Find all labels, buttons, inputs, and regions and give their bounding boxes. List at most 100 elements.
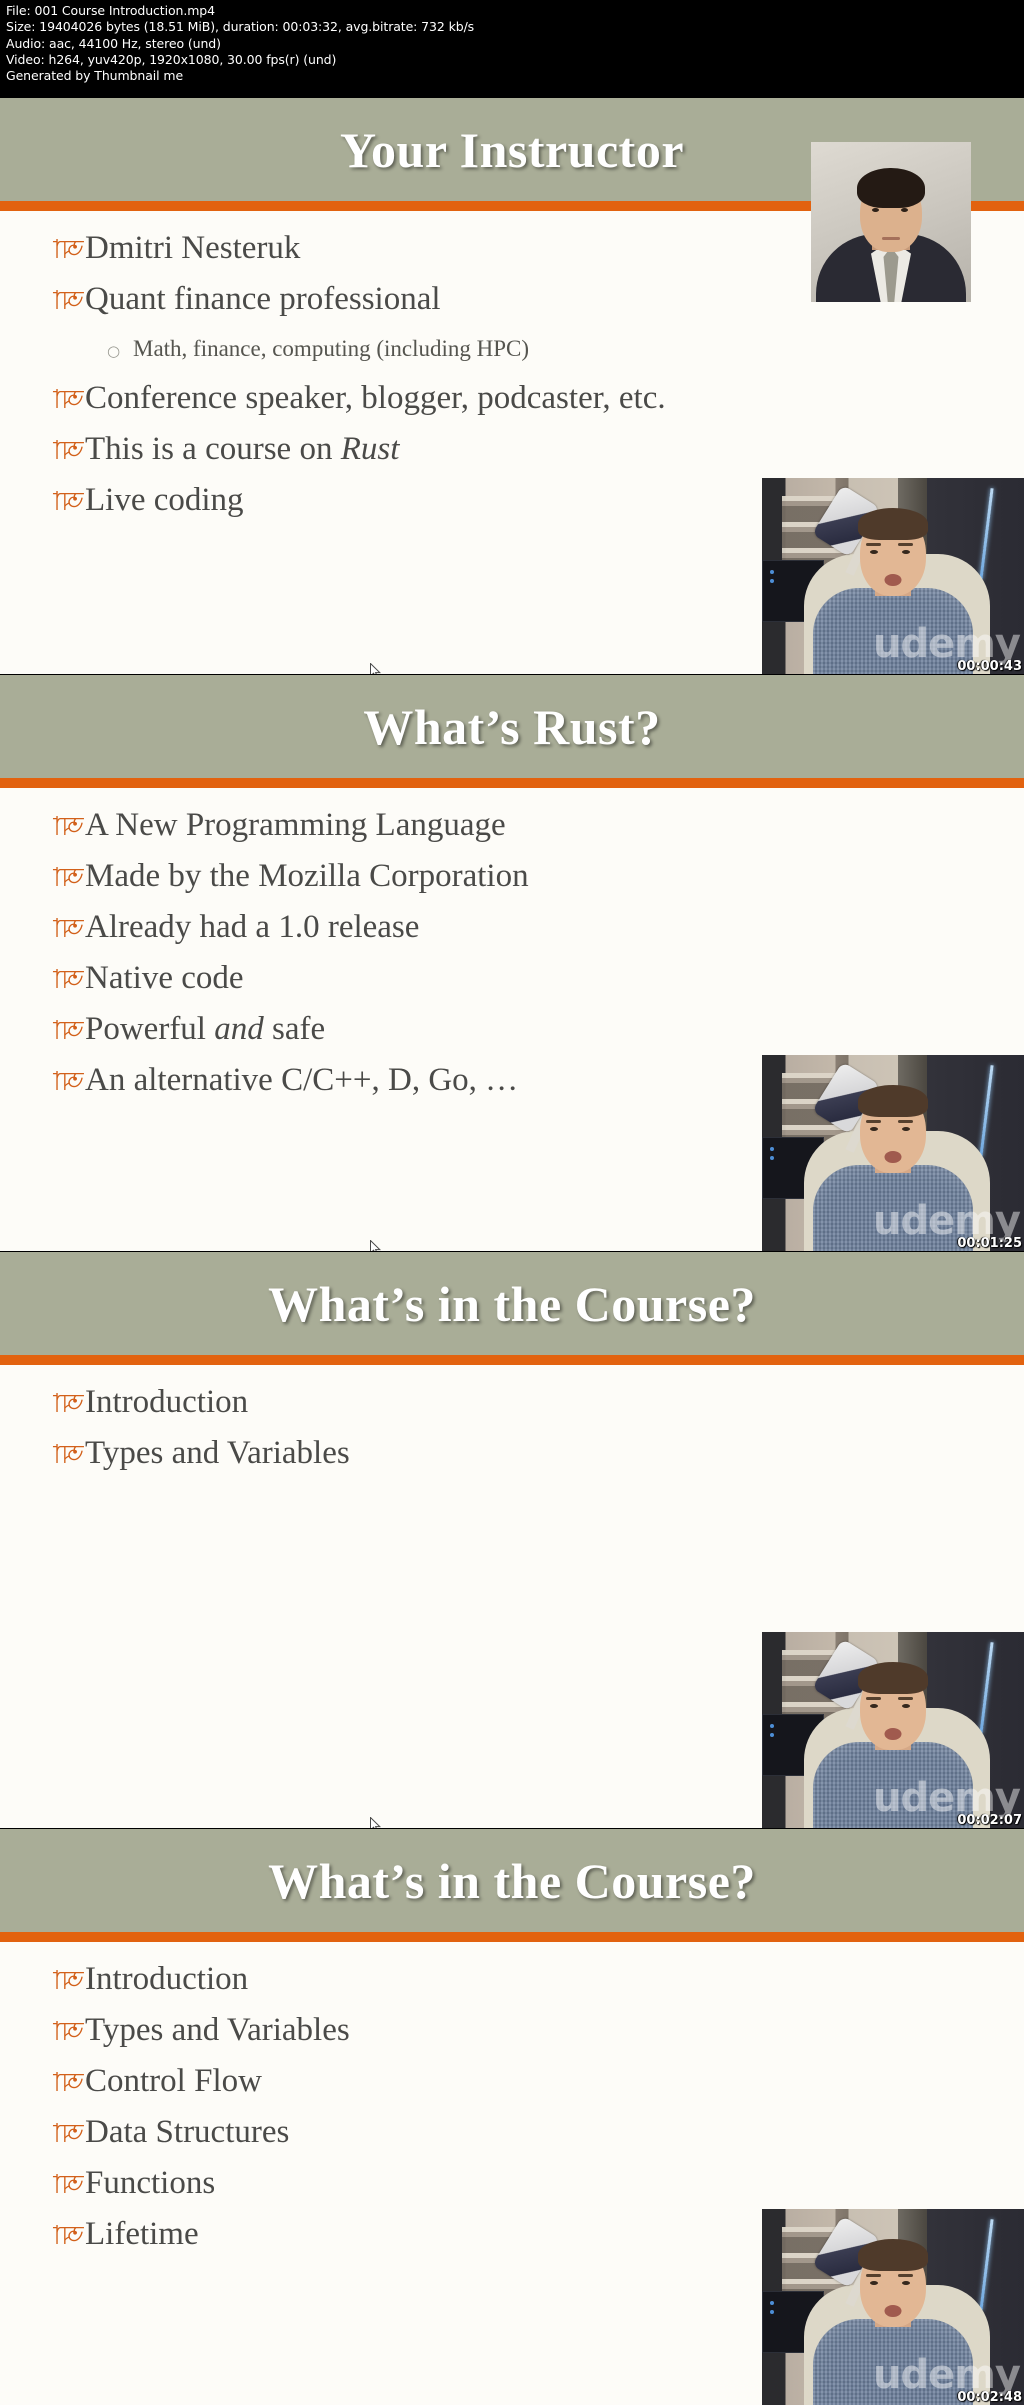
info-line-generator: Generated by Thumbnail me: [6, 68, 184, 84]
bullet-ornament-icon: আ: [53, 1067, 84, 1097]
bullet-ornament-icon: আ: [53, 286, 84, 316]
bullet-item: ○ Math, finance, computing (including HPC…: [52, 326, 784, 374]
webcam-brow-right: [898, 543, 913, 546]
bullet-ornament-icon: আ: [53, 1966, 84, 1996]
frame-timestamp: 00:01:25: [957, 1236, 1022, 1251]
bullet-ornament-icon: আ: [53, 914, 84, 944]
webcam-led: [770, 570, 774, 574]
bullet-item: আ Types and Variables: [52, 1429, 784, 1480]
slide-bullet-list: আ Introduction আ Types and Variables আ Contro…: [52, 1955, 784, 2261]
webcam-overlay: udemy 00:00:43: [762, 478, 1024, 674]
udemy-watermark: udemy: [873, 1198, 1021, 1244]
info-line-size: Size: 19404026 bytes (18.51 MiB), durati…: [6, 19, 475, 35]
slide-title: What’s in the Course?: [268, 1852, 756, 1909]
bullet-item: আ Live coding: [52, 476, 784, 527]
bullet-ornament-icon: আ: [53, 2119, 84, 2149]
webcam-eye-left: [870, 1127, 878, 1131]
webcam-overlay: udemy 00:02:48: [762, 2209, 1024, 2405]
photo-eye-left: [872, 208, 879, 212]
bullet-item: আ Introduction: [52, 1378, 784, 1429]
bullet-text: Types and Variables: [85, 2012, 350, 2048]
frame-timestamp: 00:00:43: [957, 659, 1022, 674]
webcam-brow-right: [898, 2274, 913, 2277]
bullet-text: An alternative C/C++, D, Go, …: [85, 1062, 519, 1098]
info-line-file: File: 001 Course Introduction.mp4: [6, 3, 215, 18]
bullet-item: আ Dmitri Nesteruk: [52, 224, 784, 275]
webcam-brow-right: [898, 1697, 913, 1700]
bullet-item: আ Functions: [52, 2159, 784, 2210]
bullet-circle-icon: ○: [107, 342, 121, 360]
video-frame: What’s in the Course? আ Introduction আ Types…: [0, 1252, 1024, 1828]
bullet-item: আ Made by the Mozilla Corporation: [52, 852, 784, 903]
bullet-ornament-icon: আ: [53, 1440, 84, 1470]
bullet-ornament-icon: আ: [53, 965, 84, 995]
bullet-ornament-icon: আ: [53, 1389, 84, 1419]
thumbnail-contact-sheet: Your Instructor আ Dmitri Nesteruk আ Quant fi…: [0, 98, 1024, 2405]
slide-title-bar: What’s in the Course?: [0, 1829, 1024, 1932]
webcam-brow-left: [866, 2274, 881, 2277]
webcam-eye-right: [902, 2281, 910, 2285]
udemy-watermark: udemy: [873, 1775, 1021, 1821]
bullet-text: Dmitri Nesteruk: [85, 230, 301, 266]
bullet-ornament-icon: আ: [53, 235, 84, 265]
bullet-text: Lifetime: [85, 2216, 199, 2252]
webcam-brow-left: [866, 543, 881, 546]
webcam-brow-left: [866, 1120, 881, 1123]
bullet-ornament-icon: আ: [53, 2170, 84, 2200]
webcam-led: [770, 1724, 774, 1728]
video-info-header: File: 001 Course Introduction.mp4 Size: …: [0, 0, 1024, 98]
webcam-eye-left: [870, 1704, 878, 1708]
bullet-ornament-icon: আ: [53, 2068, 84, 2098]
bullet-text-tail: safe: [263, 1011, 326, 1047]
udemy-watermark: udemy: [873, 621, 1021, 667]
bullet-text: A New Programming Language: [85, 807, 506, 843]
slide-bullet-list: আ Dmitri Nesteruk আ Quant finance professio…: [52, 224, 784, 527]
bullet-text: Introduction: [85, 1384, 249, 1420]
bullet-emphasis: and: [214, 1011, 264, 1047]
bullet-text: Control Flow: [85, 2063, 262, 2099]
webcam-mouth: [884, 2305, 902, 2317]
bullet-ornament-icon: আ: [53, 863, 84, 893]
webcam-hair: [858, 1662, 928, 1694]
bullet-ornament-icon: আ: [53, 1016, 84, 1046]
bullet-text: Made by the Mozilla Corporation: [85, 858, 529, 894]
webcam-mouth: [884, 574, 902, 586]
info-line-audio: Audio: aac, 44100 Hz, stereo (und): [6, 35, 221, 51]
bullet-ornament-icon: আ: [53, 487, 84, 517]
bullet-item: আ Lifetime: [52, 2210, 784, 2261]
bullet-ornament-icon: আ: [53, 2221, 84, 2251]
webcam-led: [770, 2301, 774, 2305]
bullet-text: Conference speaker, blogger, podcaster, …: [85, 380, 666, 416]
bullet-item: আ Introduction: [52, 1955, 784, 2006]
slide-title-bar: What’s Rust?: [0, 675, 1024, 778]
bullet-item: আA New Programming Language: [52, 801, 784, 852]
bullet-item: আ Conference speaker, blogger, podcaster,…: [52, 374, 784, 425]
webcam-hair: [858, 2239, 928, 2271]
video-frame: What’s Rust? আ A New Programming Language আ…: [0, 675, 1024, 1251]
udemy-watermark: udemy: [873, 2352, 1021, 2398]
webcam-led: [770, 1147, 774, 1151]
frame-timestamp: 00:02:07: [957, 1813, 1022, 1828]
photo-eye-right: [901, 208, 908, 212]
bullet-text: Introduction: [85, 1961, 249, 1997]
webcam-eye-left: [870, 2281, 878, 2285]
slide-title: What’s in the Course?: [268, 1275, 756, 1332]
slide-accent-rule: [0, 778, 1024, 788]
slide-title: Your Instructor: [339, 121, 685, 178]
bullet-text: Live coding: [85, 482, 244, 518]
bullet-ornament-icon: আ: [53, 812, 84, 842]
bullet-ornament-icon: আ: [53, 2017, 84, 2047]
slide-bullet-list: আ Introduction আ Types and Variables: [52, 1378, 784, 1480]
bullet-item: আ Native code: [52, 954, 784, 1005]
info-line-video: Video: h264, yuv420p, 1920x1080, 30.00 f…: [6, 51, 337, 67]
photo-mouth: [882, 237, 900, 240]
webcam-eye-right: [902, 1127, 910, 1131]
bullet-item: আ Data Structures: [52, 2108, 784, 2159]
bullet-item: আ This is a course on Rust: [52, 425, 784, 476]
bullet-item: আ An alternative C/C++, D, Go, …: [52, 1056, 784, 1107]
video-frame: Your Instructor আ Dmitri Nesteruk আ Quant fi…: [0, 98, 1024, 674]
webcam-mouth: [884, 1728, 902, 1740]
slide-title-bar: What’s in the Course?: [0, 1252, 1024, 1355]
bullet-emphasis: Rust: [340, 431, 400, 467]
bullet-item: আ Control Flow: [52, 2057, 784, 2108]
